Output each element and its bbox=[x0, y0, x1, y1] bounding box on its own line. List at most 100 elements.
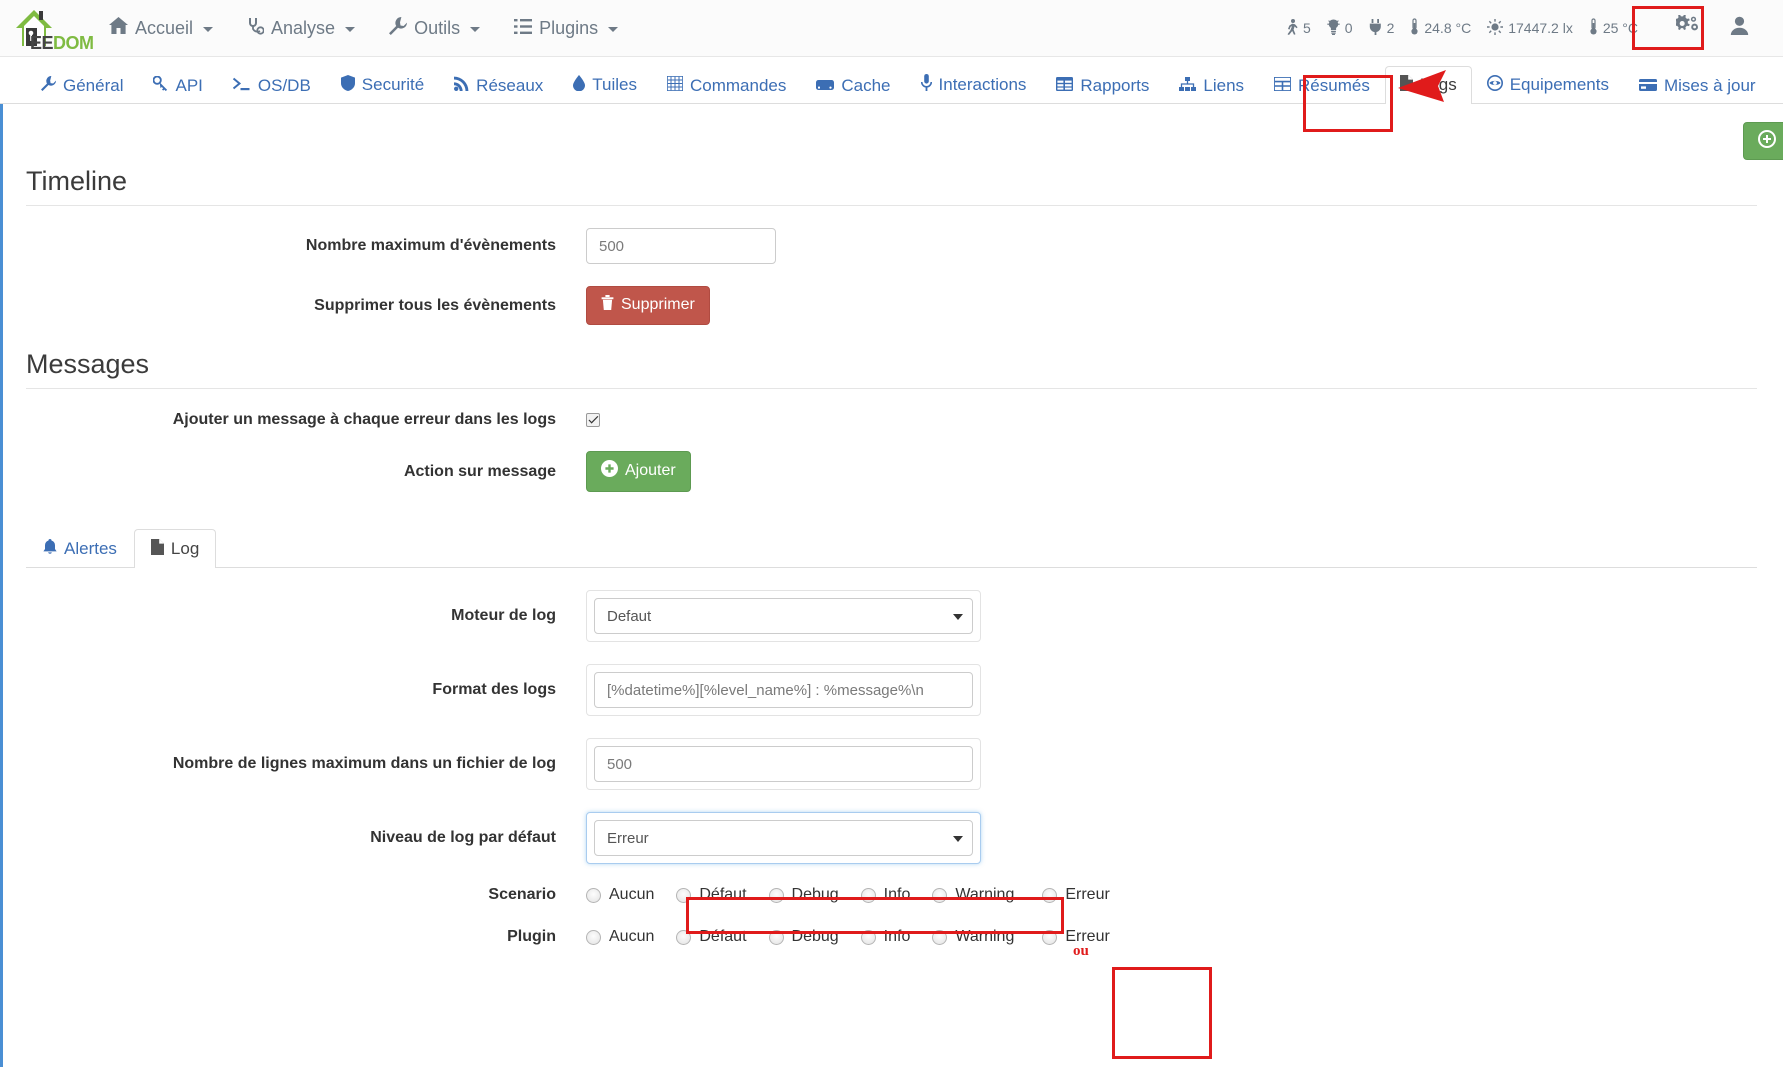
add-action-button-label: Ajouter bbox=[625, 462, 676, 479]
default-log-level-select[interactable]: Erreur bbox=[594, 820, 973, 856]
messages-section: Messages Ajouter un message à chaque err… bbox=[26, 349, 1757, 492]
top-navbar: EEDOM Accueil Analyse Outils Plugins 5 0… bbox=[0, 0, 1783, 57]
plugin-radio-info[interactable]: Info bbox=[860, 928, 910, 946]
tab-logs-label: Logs bbox=[1419, 75, 1457, 94]
tab-tuiles-label: Tuiles bbox=[592, 75, 637, 94]
tab-resumes[interactable]: Résumés bbox=[1259, 68, 1385, 104]
chevron-down-icon bbox=[470, 27, 481, 32]
scenario-radio-debug[interactable]: Debug bbox=[768, 886, 839, 904]
tab-mises-a-jour-label: Mises à jour bbox=[1663, 76, 1756, 95]
plugin-radio-debug[interactable]: Debug bbox=[768, 928, 839, 946]
log-format-input-wrapper bbox=[586, 664, 981, 716]
tab-equipements-label: Equipements bbox=[1509, 75, 1609, 94]
tab-interactions[interactable]: Interactions bbox=[906, 65, 1042, 104]
user-icon bbox=[1730, 16, 1749, 40]
radio-dot-icon bbox=[676, 887, 692, 903]
add-action-button[interactable]: Ajouter bbox=[586, 451, 691, 492]
chevron-down-icon bbox=[203, 27, 214, 32]
save-button-row bbox=[26, 104, 1783, 160]
tab-tuiles[interactable]: Tuiles bbox=[558, 66, 652, 104]
plugin-radio-debug-label: Debug bbox=[791, 928, 839, 945]
timeline-legend: Timeline bbox=[26, 166, 1757, 206]
plugin-radio-aucun[interactable]: Aucun bbox=[586, 928, 654, 946]
menu-item-accueil[interactable]: Accueil bbox=[92, 7, 230, 49]
tab-logs[interactable]: Logs bbox=[1384, 66, 1472, 104]
scenario-radio-warning[interactable]: Warning bbox=[932, 886, 1014, 904]
menu-item-outils-label: Outils bbox=[414, 17, 461, 38]
menu-item-analyse[interactable]: Analyse bbox=[230, 7, 372, 50]
max-events-input[interactable] bbox=[586, 228, 776, 264]
scenario-radio-erreur[interactable]: Erreur bbox=[1042, 886, 1110, 904]
page-content: Timeline Nombre maximum d'évènements Sup… bbox=[0, 104, 1783, 946]
tab-mises-a-jour[interactable]: Mises à jour bbox=[1624, 68, 1771, 104]
annotation-ou-label: ou bbox=[1073, 943, 1089, 959]
row-add-message-on-error: Ajouter un message à chaque erreur dans … bbox=[26, 411, 1757, 429]
tab-securite[interactable]: Securité bbox=[326, 66, 439, 104]
tab-api-label: API bbox=[175, 75, 203, 95]
tab-osdb[interactable]: OS/DB bbox=[218, 68, 326, 104]
plugin-level-label: Plugin bbox=[507, 928, 556, 945]
radio-dot-icon bbox=[676, 929, 692, 945]
tab-general[interactable]: Général bbox=[26, 67, 138, 104]
card-icon bbox=[1638, 77, 1657, 94]
log-format-input[interactable] bbox=[594, 672, 973, 708]
scenario-radio-defaut-label: Défaut bbox=[699, 886, 747, 903]
tab-cache[interactable]: Cache bbox=[801, 68, 905, 104]
subtab-alertes[interactable]: Alertes bbox=[26, 529, 134, 568]
menu-item-accueil-label: Accueil bbox=[135, 17, 194, 38]
tab-commandes[interactable]: Commandes bbox=[652, 67, 801, 104]
brand-logo-jeedom[interactable]: EEDOM bbox=[10, 6, 94, 53]
menu-item-plugins-label: Plugins bbox=[539, 17, 599, 38]
annotation-box-scenario-erreur-radio bbox=[1112, 967, 1212, 1059]
sun-icon bbox=[1487, 18, 1504, 38]
save-button[interactable] bbox=[1743, 122, 1783, 160]
tab-liens[interactable]: Liens bbox=[1164, 68, 1259, 104]
settings-menu-button[interactable] bbox=[1664, 7, 1718, 49]
radio-dot-icon bbox=[932, 929, 948, 945]
plugin-radio-defaut[interactable]: Défaut bbox=[676, 928, 747, 946]
radio-dot-icon bbox=[586, 887, 601, 903]
timeline-section: Timeline Nombre maximum d'évènements Sup… bbox=[26, 166, 1757, 325]
rss-icon bbox=[454, 76, 469, 94]
status-temperature-1: 24.8 °C bbox=[1410, 18, 1471, 38]
status-temperature-2: 25 °C bbox=[1589, 18, 1638, 38]
scenario-radio-defaut[interactable]: Défaut bbox=[676, 886, 747, 904]
row-action-on-message: Action sur message Ajouter bbox=[26, 451, 1757, 492]
subtab-log[interactable]: Log bbox=[133, 529, 217, 568]
menu-item-analyse-label: Analyse bbox=[271, 17, 336, 38]
scenario-radio-aucun[interactable]: Aucun bbox=[586, 886, 654, 904]
default-log-level-label: Niveau de log par défaut bbox=[370, 829, 556, 846]
brand-text-dark: EE bbox=[30, 33, 54, 53]
menu-item-outils[interactable]: Outils bbox=[372, 7, 497, 50]
row-delete-all-events: Supprimer tous les évènements Supprimer bbox=[26, 286, 1757, 325]
tab-interactions-label: Interactions bbox=[938, 74, 1027, 94]
main-menu: Accueil Analyse Outils Plugins bbox=[92, 7, 635, 50]
tab-reseaux[interactable]: Réseaux bbox=[439, 67, 558, 104]
status-lights: 0 bbox=[1327, 18, 1353, 38]
wrench-icon bbox=[389, 16, 408, 40]
user-menu-button[interactable] bbox=[1718, 8, 1767, 48]
home-icon bbox=[109, 17, 128, 39]
chevron-down-icon bbox=[953, 836, 963, 842]
tab-api[interactable]: API bbox=[138, 67, 217, 104]
tab-resumes-label: Résumés bbox=[1298, 76, 1370, 95]
plugin-radio-warning-label: Warning bbox=[955, 928, 1015, 945]
tab-rapports-label: Rapports bbox=[1080, 76, 1150, 95]
chevron-down-icon bbox=[953, 614, 963, 620]
terminal-icon bbox=[232, 77, 251, 94]
tab-commandes-label: Commandes bbox=[690, 75, 787, 95]
navbar-right: 5 0 2 24.8 °C 17447.2 lx 25 °C bbox=[1286, 7, 1767, 49]
plugin-radio-warning[interactable]: Warning bbox=[932, 928, 1014, 946]
log-engine-select[interactable]: Defaut bbox=[594, 598, 973, 634]
log-maxlines-input[interactable] bbox=[594, 746, 973, 782]
tab-equipements[interactable]: Equipements bbox=[1472, 66, 1624, 104]
add-message-checkbox[interactable] bbox=[586, 413, 600, 427]
log-engine-label: Moteur de log bbox=[451, 607, 556, 624]
delete-events-button[interactable]: Supprimer bbox=[586, 286, 710, 325]
scenario-radio-info[interactable]: Info bbox=[860, 886, 910, 904]
menu-item-plugins[interactable]: Plugins bbox=[497, 8, 635, 49]
scenario-radio-aucun-label: Aucun bbox=[609, 886, 655, 903]
scenario-radio-debug-label: Debug bbox=[791, 886, 839, 903]
save-icon bbox=[1758, 129, 1776, 153]
tab-rapports[interactable]: Rapports bbox=[1041, 68, 1164, 104]
